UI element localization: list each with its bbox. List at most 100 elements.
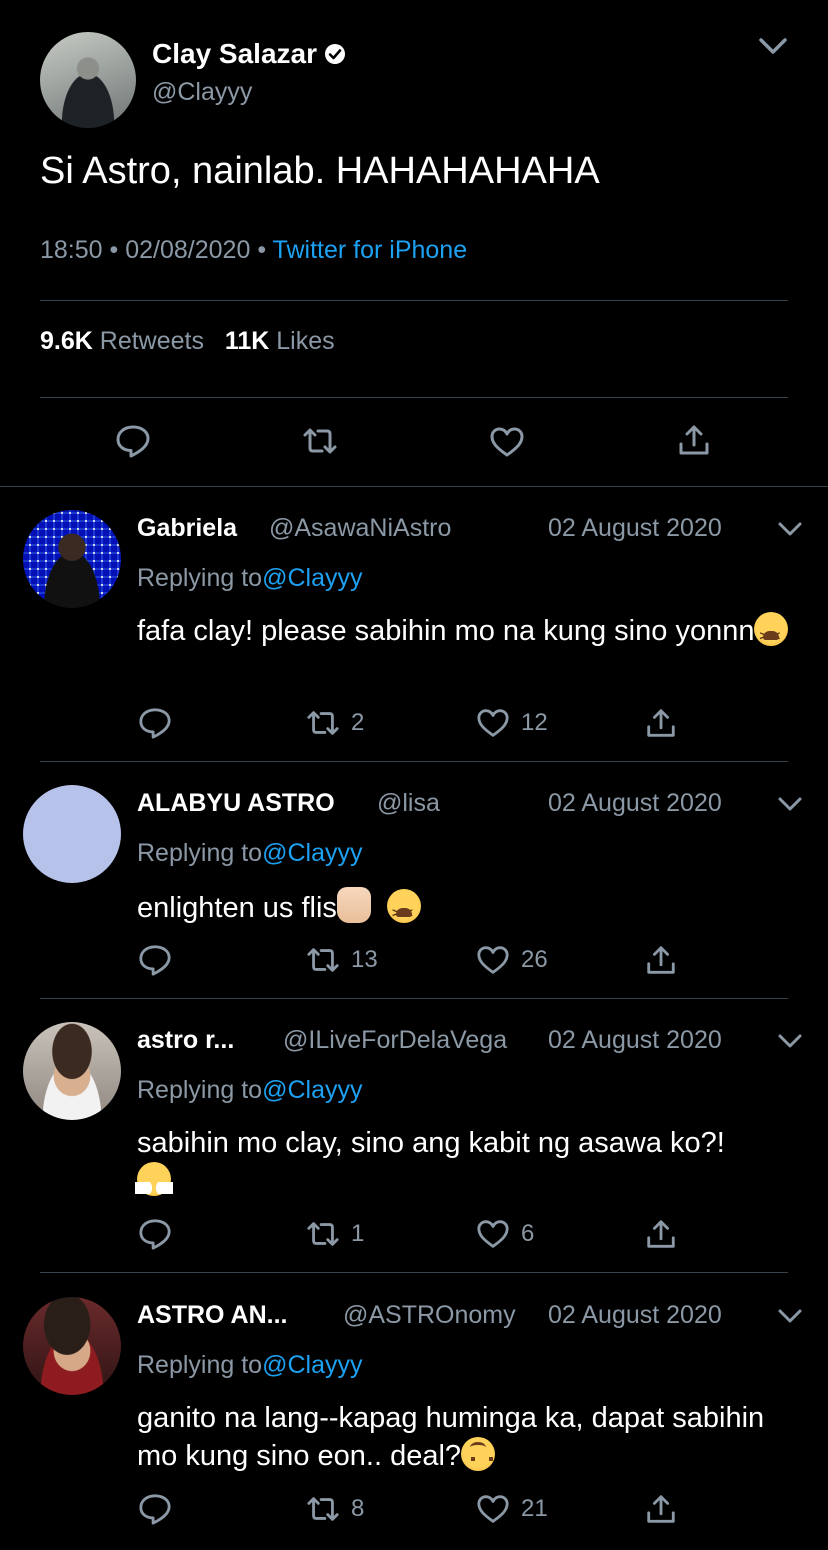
reply-tweet[interactable]: ASTRO AN... @ASTROnomy 02 August 2020 Re…: [0, 1297, 828, 1547]
retweet-icon[interactable]: [302, 423, 338, 459]
retweet-button[interactable]: 13: [305, 943, 378, 977]
divider: [40, 1272, 788, 1273]
tweet-meta: 18:50 • 02/08/2020 • Twitter for iPhone: [40, 236, 467, 265]
reply-display-name[interactable]: ASTRO AN...: [137, 1301, 287, 1330]
reply-actions: 13 26: [137, 943, 697, 983]
divider: [40, 300, 788, 301]
avatar[interactable]: [23, 1297, 121, 1395]
retweet-count: 13: [351, 946, 378, 973]
retweets-count: 9.6K: [40, 327, 93, 355]
reply-text: sabihin mo clay, sino ang kabit ng asawa…: [135, 1124, 757, 1200]
reply-date: 02 August 2020: [548, 514, 722, 542]
user-handle[interactable]: @Clayyy: [152, 78, 252, 107]
reply-handle[interactable]: @ILiveForDelaVega: [283, 1026, 507, 1055]
retweet-count: 2: [351, 709, 365, 736]
chevron-down-icon[interactable]: [756, 34, 790, 58]
replying-prefix: Replying to: [137, 1351, 263, 1379]
likes-count: 11K: [224, 327, 270, 355]
chevron-down-icon[interactable]: [777, 1030, 803, 1052]
divider: [40, 998, 788, 999]
heart-icon: [477, 1495, 509, 1523]
reply-handle[interactable]: @lisa: [377, 789, 440, 818]
likes-stat[interactable]: 11K Likes: [225, 327, 335, 355]
like-button[interactable]: 26: [475, 943, 548, 977]
reply-button[interactable]: [137, 1492, 173, 1526]
like-count: 12: [521, 709, 548, 736]
reply-icon: [139, 1219, 171, 1250]
meta-separator: •: [257, 236, 267, 264]
like-button[interactable]: 6: [475, 1217, 534, 1251]
reply-tweet[interactable]: Gabriela @AsawaNiAstro 02 August 2020 Re…: [0, 510, 828, 760]
retweet-button[interactable]: 1: [305, 1217, 364, 1251]
mention-link[interactable]: @Clayyy: [262, 564, 362, 592]
reply-text-content: ganito na lang--kapag huminga ka, dapat …: [137, 1402, 765, 1472]
reply-display-name[interactable]: Gabriela: [137, 514, 237, 543]
section-divider: [0, 486, 828, 487]
tweet-source-link[interactable]: Twitter for iPhone: [273, 236, 468, 264]
reply-text-content: sabihin mo clay, sino ang kabit ng asawa…: [137, 1127, 725, 1159]
retweet-icon: [307, 1222, 339, 1246]
replying-prefix: Replying to: [137, 839, 263, 867]
like-button[interactable]: 21: [475, 1492, 548, 1526]
replying-to: Replying to@Clayyy: [137, 1076, 362, 1105]
avatar[interactable]: [40, 32, 136, 128]
reply-text: fafa clay! please sabihin mo na kung sin…: [137, 612, 797, 655]
share-button[interactable]: [643, 1492, 679, 1526]
retweet-button[interactable]: 8: [305, 1492, 364, 1526]
reply-display-name[interactable]: astro r...: [137, 1026, 234, 1055]
reply-display-name[interactable]: ALABYU ASTRO: [137, 789, 335, 818]
retweets-stat[interactable]: 9.6K Retweets: [40, 327, 204, 355]
mention-link[interactable]: @Clayyy: [262, 839, 362, 867]
reply-date: 02 August 2020: [548, 789, 722, 817]
display-name-text[interactable]: Clay Salazar: [152, 38, 317, 70]
heart-icon: [477, 1220, 509, 1248]
reply-tweet[interactable]: ALABYU ASTRO @lisa 02 August 2020 Replyi…: [0, 785, 828, 997]
reply-icon[interactable]: [115, 423, 151, 459]
reply-tweet[interactable]: astro r... @ILiveForDelaVega 02 August 2…: [0, 1022, 828, 1272]
upside-down-face-emoji: [461, 1437, 496, 1471]
share-button[interactable]: [643, 1217, 679, 1251]
reply-actions: 2 12: [137, 706, 697, 746]
share-icon: [647, 946, 675, 974]
replying-prefix: Replying to: [137, 564, 263, 592]
share-icon: [647, 709, 675, 737]
chevron-down-icon[interactable]: [777, 518, 803, 540]
share-icon[interactable]: [676, 422, 712, 458]
reply-button[interactable]: [137, 706, 173, 740]
reply-handle[interactable]: @AsawaNiAstro: [269, 514, 451, 543]
heart-icon[interactable]: [489, 424, 525, 460]
display-name[interactable]: Clay Salazar: [152, 38, 345, 70]
avatar[interactable]: [23, 1022, 121, 1120]
reply-text: enlighten us flis: [137, 887, 797, 932]
reply-handle[interactable]: @ASTROnomy: [343, 1301, 516, 1330]
like-count: 26: [521, 946, 548, 973]
divider: [40, 761, 788, 762]
reply-text-content: enlighten us flis: [137, 892, 337, 924]
avatar[interactable]: [23, 510, 121, 608]
reply-button[interactable]: [137, 943, 173, 977]
avatar[interactable]: [23, 785, 121, 883]
share-button[interactable]: [643, 706, 679, 740]
reply-text: ganito na lang--kapag huminga ka, dapat …: [137, 1399, 777, 1475]
reply-button[interactable]: [137, 1217, 173, 1251]
weary-face-emoji: [754, 612, 789, 655]
heart-icon: [477, 946, 509, 974]
raised-fist-emoji: [336, 887, 371, 923]
like-button[interactable]: 12: [475, 706, 548, 740]
chevron-down-icon[interactable]: [777, 1305, 803, 1327]
chevron-down-icon[interactable]: [777, 793, 803, 815]
reply-icon: [139, 945, 171, 976]
share-button[interactable]: [643, 943, 679, 977]
likes-label: Likes: [276, 327, 335, 355]
replying-to: Replying to@Clayyy: [137, 1351, 362, 1380]
like-count: 6: [521, 1220, 535, 1247]
reply-header: Gabriela @AsawaNiAstro 02 August 2020: [137, 514, 817, 548]
retweet-button[interactable]: 2: [305, 706, 364, 740]
retweet-icon: [307, 948, 339, 972]
tweet-text: Si Astro, nainlab. HAHAHAHAHA: [40, 150, 600, 192]
reply-icon: [139, 1494, 171, 1525]
like-count: 21: [521, 1495, 548, 1522]
replying-to: Replying to@Clayyy: [137, 564, 362, 593]
mention-link[interactable]: @Clayyy: [262, 1351, 362, 1379]
mention-link[interactable]: @Clayyy: [262, 1076, 362, 1104]
